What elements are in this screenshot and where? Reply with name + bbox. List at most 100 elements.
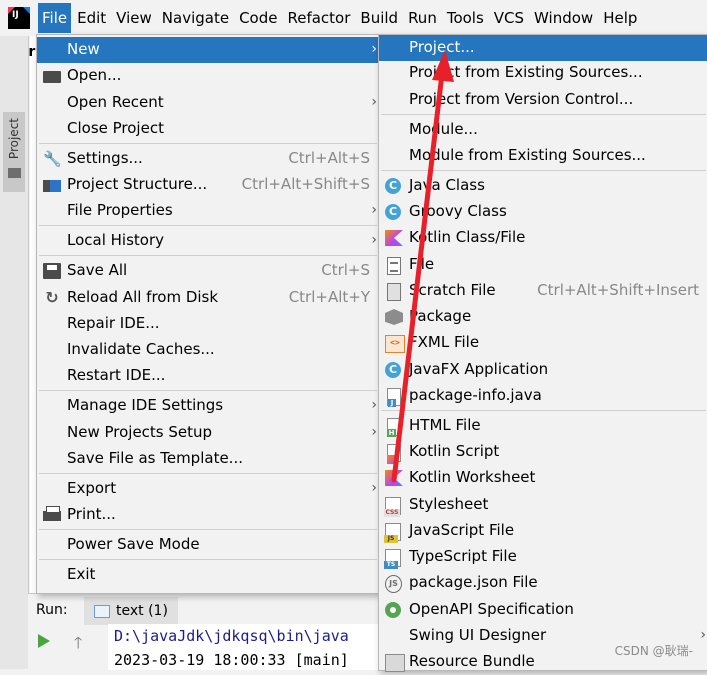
menu-navigate[interactable]: Navigate [158, 3, 233, 33]
menu-window[interactable]: Window [530, 3, 597, 33]
menu-item-package-json-file[interactable]: JS package.json File [379, 570, 707, 596]
menu-help[interactable]: Help [599, 3, 641, 33]
menu-item-label: Module... [409, 120, 478, 138]
kotlin-script-icon [387, 444, 401, 464]
menu-view[interactable]: View [112, 3, 156, 33]
menu-separator [381, 114, 706, 115]
folder-icon [43, 71, 61, 83]
menu-item-openapi-specification[interactable]: OpenAPI Specification [379, 597, 707, 623]
menu-item-repair-ide[interactable]: Repair IDE... [37, 311, 379, 337]
menu-item-save-all[interactable]: Save All Ctrl+S [37, 258, 379, 284]
fxml-file-icon: <> [385, 335, 405, 353]
menu-item-close-project[interactable]: Close Project [37, 116, 379, 142]
menu-item-typescript-file[interactable]: TypeScript File [379, 544, 707, 570]
menu-item-label: Java Class [409, 176, 485, 194]
menu-item-label: package.json File [409, 573, 538, 591]
menu-item-save-file-as-template[interactable]: Save File as Template... [37, 446, 379, 472]
menu-item-kotlin-script[interactable]: Kotlin Script [379, 439, 707, 465]
shortcut-hint: Ctrl+Alt+S [288, 149, 370, 167]
menu-vcs[interactable]: VCS [490, 3, 528, 33]
menu-item-file-properties[interactable]: File Properties › [37, 198, 379, 224]
scratch-file-icon [387, 283, 401, 301]
menu-item-label: Project... [409, 38, 475, 56]
menu-item-label: Settings... [67, 149, 143, 167]
menu-item-html-file[interactable]: HTML File [379, 413, 707, 439]
shortcut-hint: Ctrl+S [321, 261, 370, 279]
menu-item-kotlin-class-file[interactable]: Kotlin Class/File [379, 225, 707, 251]
menu-item-label: Print... [67, 505, 116, 523]
menu-item-project[interactable]: Project... [379, 35, 707, 61]
menu-item-export[interactable]: Export › [37, 476, 379, 502]
menu-item-scratch-file[interactable]: Scratch File Ctrl+Alt+Shift+Insert [379, 278, 707, 304]
submenu-arrow-icon: › [371, 41, 377, 57]
menu-file[interactable]: File [38, 3, 72, 33]
menu-item-settings[interactable]: 🔧 Settings... Ctrl+Alt+S [37, 146, 379, 172]
menu-item-power-save-mode[interactable]: Power Save Mode [37, 532, 379, 558]
menu-item-reload-all-from-disk[interactable]: ↻ Reload All from Disk Ctrl+Alt+Y [37, 285, 379, 311]
menu-item-module-from-existing-sources[interactable]: Module from Existing Sources... [379, 143, 707, 169]
menu-edit[interactable]: Edit [73, 3, 110, 33]
menu-item-project-from-version-control[interactable]: Project from Version Control... [379, 87, 707, 113]
menu-item-label: Resource Bundle [409, 652, 535, 670]
menu-item-label: Module from Existing Sources... [409, 146, 646, 164]
kotlin-class-icon [385, 230, 403, 246]
menu-item-exit[interactable]: Exit [37, 562, 379, 588]
menu-item-open[interactable]: Open... [37, 63, 379, 89]
menu-item-new[interactable]: New › [37, 37, 379, 63]
menu-refactor[interactable]: Refactor [283, 3, 354, 33]
menu-item-restart-ide[interactable]: Restart IDE... [37, 363, 379, 389]
menu-build[interactable]: Build [356, 3, 402, 33]
menu-item-java-class[interactable]: C Java Class [379, 173, 707, 199]
menu-item-module[interactable]: Module... [379, 117, 707, 143]
submenu-arrow-icon: › [371, 480, 377, 496]
html-file-icon [387, 418, 401, 437]
submenu-arrow-icon: › [371, 397, 377, 413]
menu-tools[interactable]: Tools [443, 3, 488, 33]
groovy-class-icon: C [385, 204, 401, 220]
menu-item-label: Invalidate Caches... [67, 340, 215, 358]
shortcut-hint: Ctrl+Alt+Y [288, 288, 370, 306]
menu-item-package-info-java[interactable]: package-info.java [379, 383, 707, 409]
new-submenu: Project... Project from Existing Sources.… [378, 34, 707, 672]
menu-item-print[interactable]: Print... [37, 502, 379, 528]
package-json-icon: JS [385, 575, 402, 593]
menu-item-kotlin-worksheet[interactable]: Kotlin Worksheet [379, 465, 707, 491]
menu-item-javascript-file[interactable]: JavaScript File [379, 518, 707, 544]
menu-item-project-from-existing-sources[interactable]: Project from Existing Sources... [379, 60, 707, 86]
stylesheet-icon [384, 497, 401, 517]
menu-item-label: Close Project [67, 119, 164, 137]
menu-item-label: Manage IDE Settings [67, 396, 224, 414]
menu-item-stylesheet[interactable]: Stylesheet [379, 492, 707, 518]
javafx-application-icon: C [385, 362, 401, 378]
menu-item-manage-ide-settings[interactable]: Manage IDE Settings › [37, 393, 379, 419]
menu-item-package[interactable]: Package [379, 304, 707, 330]
menu-item-invalidate-caches[interactable]: Invalidate Caches... [37, 337, 379, 363]
menu-item-label: Reload All from Disk [67, 288, 219, 306]
menu-run[interactable]: Run [404, 3, 441, 33]
menu-item-local-history[interactable]: Local History › [37, 228, 379, 254]
rerun-icon[interactable] [38, 634, 50, 648]
submenu-arrow-icon: › [371, 232, 377, 248]
submenu-arrow-icon: › [371, 202, 377, 218]
menu-item-file[interactable]: File [379, 252, 707, 278]
submenu-arrow-icon: › [371, 94, 377, 110]
reload-icon: ↻ [45, 288, 59, 307]
menu-item-label: Kotlin Class/File [409, 228, 526, 246]
menu-item-label: File [409, 255, 435, 273]
menu-separator [39, 473, 377, 474]
menu-item-label: Power Save Mode [67, 535, 200, 553]
menu-item-groovy-class[interactable]: C Groovy Class [379, 199, 707, 225]
menu-code[interactable]: Code [235, 3, 281, 33]
resource-bundle-icon [385, 654, 405, 672]
menu-item-label: Save All [67, 261, 128, 279]
menu-item-open-recent[interactable]: Open Recent › [37, 90, 379, 116]
run-tab[interactable]: text (1) [84, 597, 178, 625]
package-icon [385, 309, 403, 325]
menu-item-javafx-application[interactable]: C JavaFX Application [379, 357, 707, 383]
up-arrow-icon[interactable]: 🡑 [74, 632, 82, 659]
menu-item-fxml-file[interactable]: <> FXML File [379, 330, 707, 356]
menu-item-project-structure[interactable]: Project Structure... Ctrl+Alt+Shift+S [37, 172, 379, 198]
menu-item-new-projects-setup[interactable]: New Projects Setup › [37, 420, 379, 446]
menu-item-label: Groovy Class [409, 202, 507, 220]
menu-item-label: Project Structure... [67, 175, 208, 193]
